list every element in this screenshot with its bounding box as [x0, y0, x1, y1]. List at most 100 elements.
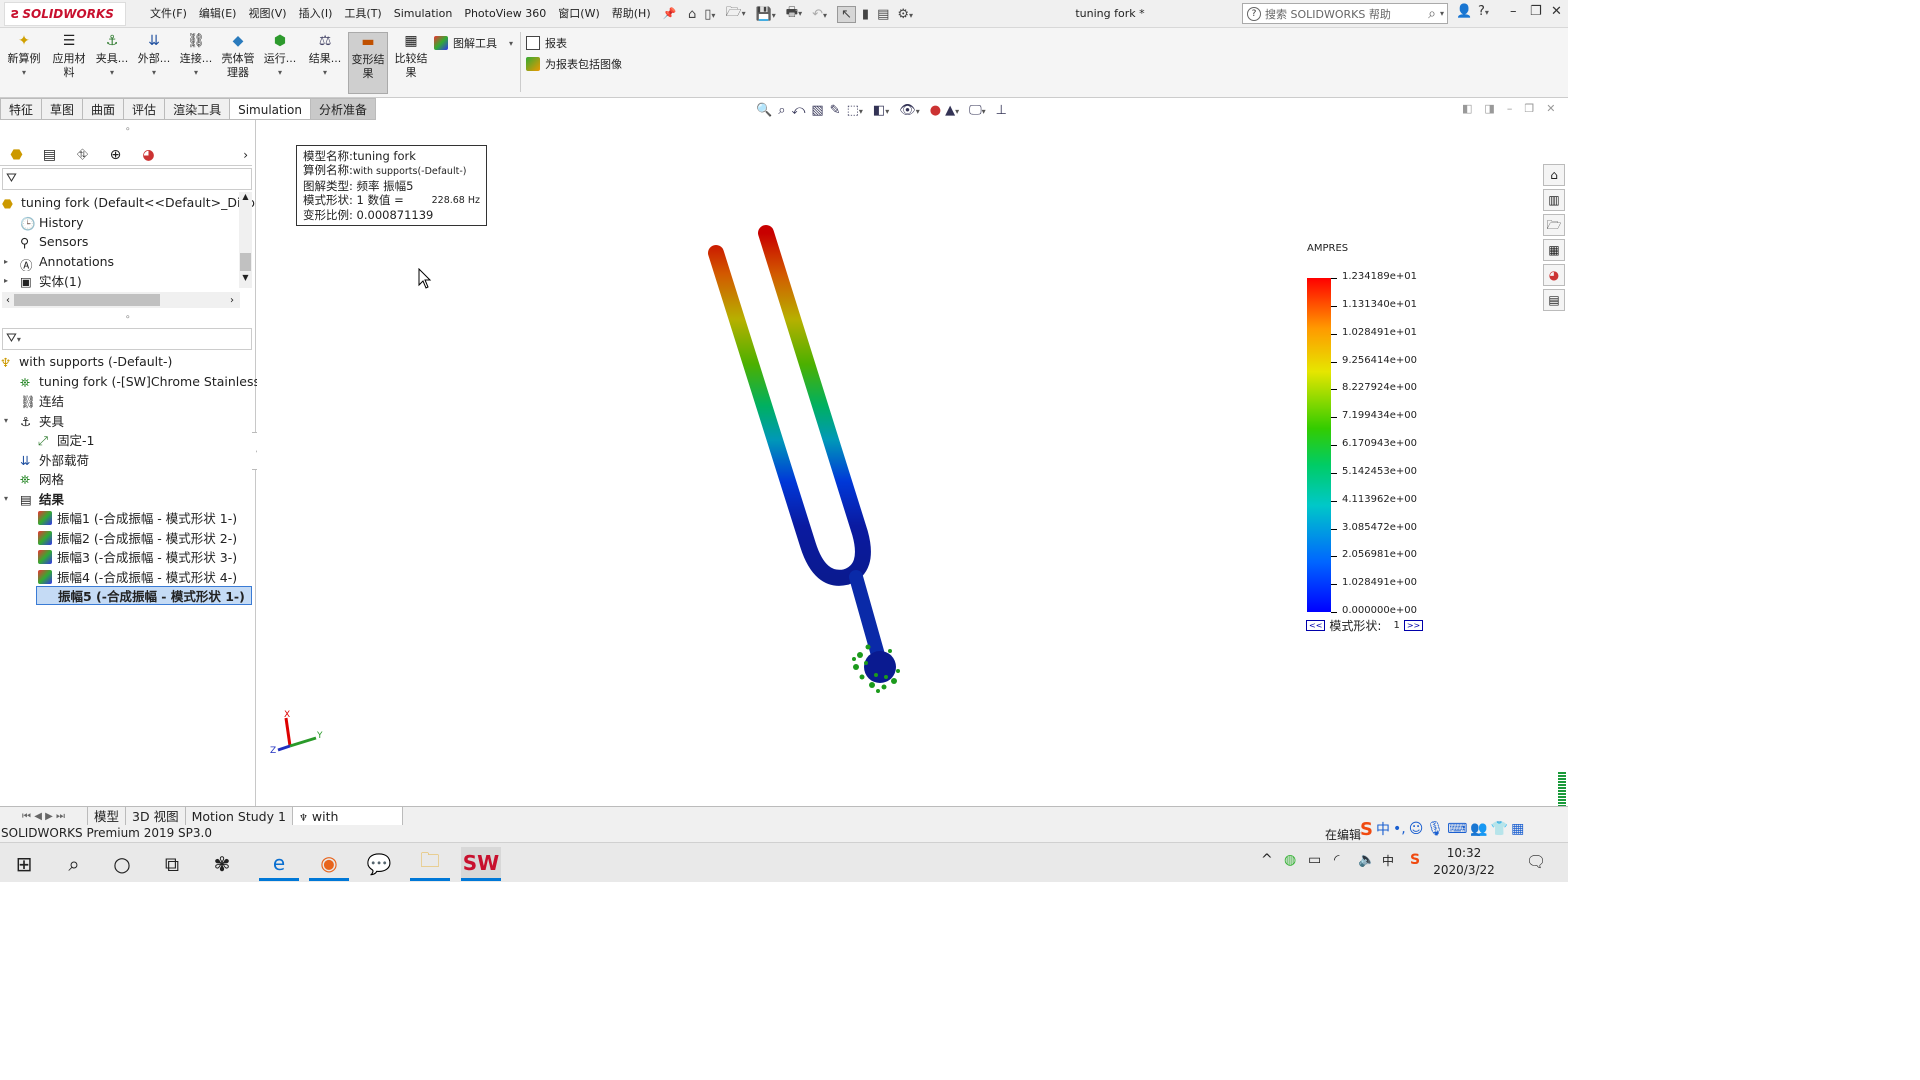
- notification-center-icon[interactable]: 🗨: [1526, 852, 1546, 871]
- shell-manager-button[interactable]: ◆ 壳体管理器: [218, 32, 258, 94]
- app-pinwheel-icon[interactable]: ✾: [202, 847, 242, 881]
- help-icon[interactable]: ?▾: [1478, 4, 1489, 19]
- taskbar-search-icon[interactable]: ⌕: [54, 847, 94, 881]
- solidworks-logo[interactable]: ƨ SOLIDWORKS: [4, 2, 126, 26]
- viewport-minimize-icon[interactable]: –: [1507, 102, 1513, 115]
- tray-security-icon[interactable]: ◍: [1284, 852, 1296, 868]
- firefox-icon[interactable]: ◉: [309, 847, 349, 881]
- solidworks-taskbar-icon[interactable]: SW: [461, 847, 501, 881]
- new-study-button[interactable]: ✦ 新算例 ▾: [4, 32, 44, 94]
- view-orientation-icon[interactable]: ⬚▾: [847, 103, 863, 118]
- property-manager-tab-icon[interactable]: ▤: [33, 147, 66, 163]
- tray-ime-indicator[interactable]: 中: [1382, 852, 1394, 869]
- study-tree-connections[interactable]: ⛓ 连结: [20, 391, 64, 410]
- tab-with-supports[interactable]: ♆with supports: [292, 806, 403, 845]
- tab-model[interactable]: 模型: [88, 806, 127, 826]
- apply-material-button[interactable]: ☰ 应用材料: [48, 32, 90, 94]
- tree-horizontal-scrollbar[interactable]: ‹ ›: [2, 292, 240, 308]
- hide-show-items-icon[interactable]: 👁▾: [899, 103, 920, 118]
- study-tree-fixture-1[interactable]: ⤢ 固定-1: [38, 430, 94, 449]
- result-item-5-selected[interactable]: 振幅5 (-合成振幅 - 模式形状 1-): [36, 586, 252, 605]
- cortana-icon[interactable]: ○: [102, 847, 142, 881]
- collapse-icon[interactable]: ▾: [0, 494, 12, 503]
- design-library-icon[interactable]: ▥: [1543, 189, 1565, 211]
- next-mode-button[interactable]: >>: [1403, 619, 1424, 631]
- menu-photoview[interactable]: PhotoView 360: [458, 0, 552, 28]
- ime-emoji-icon[interactable]: ☺: [1409, 821, 1424, 837]
- tree-vertical-scrollbar[interactable]: ▲ ▼: [239, 192, 252, 288]
- undo-icon[interactable]: ↶▾: [812, 7, 827, 22]
- home-icon[interactable]: ⌂: [688, 7, 696, 22]
- feature-tree-root[interactable]: ⬣ tuning fork (Default<<Default>_Disp: [2, 193, 255, 212]
- apply-scene-icon[interactable]: ▲▾: [945, 103, 959, 118]
- print-icon[interactable]: 🖶▾: [786, 3, 802, 25]
- plot-tools-dropdown-icon[interactable]: ▾: [509, 39, 513, 48]
- feature-tree-filter[interactable]: ⛛: [2, 168, 252, 190]
- tab-simulation[interactable]: Simulation: [230, 98, 311, 120]
- user-icon[interactable]: 👤: [1456, 4, 1472, 19]
- results-button[interactable]: ⚖ 结果... ▾: [305, 32, 345, 94]
- tuning-fork-model[interactable]: [690, 215, 920, 710]
- viewport-next-icon[interactable]: ◨: [1484, 102, 1494, 115]
- viewport-restore-icon[interactable]: ❐: [1524, 102, 1534, 115]
- zoom-to-area-icon[interactable]: ⌕: [778, 103, 785, 118]
- simulation-display-icon[interactable]: ⊥: [996, 103, 1007, 118]
- tray-battery-icon[interactable]: ▭: [1308, 852, 1321, 868]
- run-button[interactable]: ⬢ 运行... ▾: [260, 32, 300, 94]
- report-button[interactable]: 报表: [526, 34, 567, 52]
- tray-volume-icon[interactable]: 🔈: [1358, 852, 1375, 868]
- study-tree-results[interactable]: ▾ ▤ 结果: [0, 489, 64, 508]
- task-view-icon[interactable]: ⧉: [152, 847, 192, 881]
- tray-overflow-icon[interactable]: ^: [1261, 852, 1273, 868]
- minimize-icon[interactable]: –: [1510, 4, 1517, 19]
- external-loads-button[interactable]: ⇊ 外部... ▾: [134, 32, 174, 94]
- configuration-manager-tab-icon[interactable]: ⛗: [66, 147, 99, 163]
- menu-insert[interactable]: 插入(I): [293, 0, 339, 28]
- tab-sketch[interactable]: 草图: [42, 98, 84, 120]
- viewport-prev-icon[interactable]: ◧: [1462, 102, 1472, 115]
- tab-scroll-buttons[interactable]: ⏮ ◀ ▶ ⏭: [0, 806, 88, 826]
- tree-item-annotations[interactable]: ▸ Ⓐ Annotations: [0, 252, 114, 271]
- zoom-to-fit-icon[interactable]: 🔍: [756, 103, 772, 118]
- menu-file[interactable]: 文件(F): [144, 0, 193, 28]
- tab-features[interactable]: 特征: [0, 98, 43, 120]
- tree-item-history[interactable]: 🕒 History: [8, 213, 83, 232]
- collapse-icon[interactable]: ▾: [0, 416, 12, 425]
- study-tree-part[interactable]: ⛯ tuning fork (-[SW]Chrome Stainless Stee: [20, 372, 292, 391]
- menu-edit[interactable]: 编辑(E): [193, 0, 243, 28]
- section-view-icon[interactable]: ▧: [811, 103, 823, 118]
- file-explorer-icon[interactable]: 🗁: [1543, 214, 1565, 236]
- ime-voice-icon[interactable]: 🎙: [1426, 821, 1444, 837]
- previous-mode-button[interactable]: <<: [1306, 619, 1326, 631]
- include-image-button[interactable]: 为报表包括图像: [526, 55, 622, 73]
- tab-motion-study-1[interactable]: Motion Study 1: [186, 806, 293, 826]
- tree-item-solid-bodies[interactable]: ▸ ▣ 实体(1): [0, 271, 82, 290]
- search-icon[interactable]: ⌕: [1428, 6, 1436, 22]
- result-item-3[interactable]: 振幅3 (-合成振幅 - 模式形状 3-): [38, 547, 237, 566]
- display-style-icon[interactable]: ◧▾: [873, 103, 889, 118]
- dynamic-annotation-icon[interactable]: ✎: [830, 103, 841, 118]
- view-palette-icon[interactable]: ▦: [1543, 239, 1565, 261]
- ime-keyboard-icon[interactable]: ⌨: [1447, 821, 1467, 837]
- tab-analysis-preparation[interactable]: 分析准备: [311, 98, 377, 120]
- windows-start-icon[interactable]: ⊞: [4, 847, 44, 881]
- tray-wifi-icon[interactable]: ◜: [1334, 852, 1339, 868]
- compare-results-button[interactable]: ▦ 比较结果: [391, 32, 431, 94]
- search-dropdown-icon[interactable]: ▾: [1440, 9, 1444, 18]
- ime-chinese-mode[interactable]: 中: [1376, 819, 1390, 839]
- ime-menu-icon[interactable]: ▦: [1511, 821, 1524, 837]
- splitter-handle-icon[interactable]: ⚬: [124, 313, 132, 323]
- result-item-2[interactable]: 振幅2 (-合成振幅 - 模式形状 2-): [38, 528, 237, 547]
- file-explorer-taskbar-icon[interactable]: 🗀: [410, 847, 450, 881]
- rebuild-icon[interactable]: ▮: [862, 7, 869, 22]
- expand-icon[interactable]: ▸: [0, 257, 12, 266]
- open-folder-icon[interactable]: 🗁▾: [725, 3, 745, 25]
- tab-evaluate[interactable]: 评估: [124, 98, 166, 120]
- taskbar-clock[interactable]: 10:32 2020/3/22: [1432, 845, 1496, 879]
- view-settings-icon[interactable]: 🖵▾: [969, 103, 986, 118]
- splitter-handle-icon[interactable]: ⚬: [124, 125, 132, 135]
- close-icon[interactable]: ✕: [1551, 4, 1562, 19]
- feature-manager-tab-icon[interactable]: ⬣: [0, 147, 33, 163]
- tab-surfaces[interactable]: 曲面: [83, 98, 125, 120]
- previous-view-icon[interactable]: ⤺: [791, 103, 805, 118]
